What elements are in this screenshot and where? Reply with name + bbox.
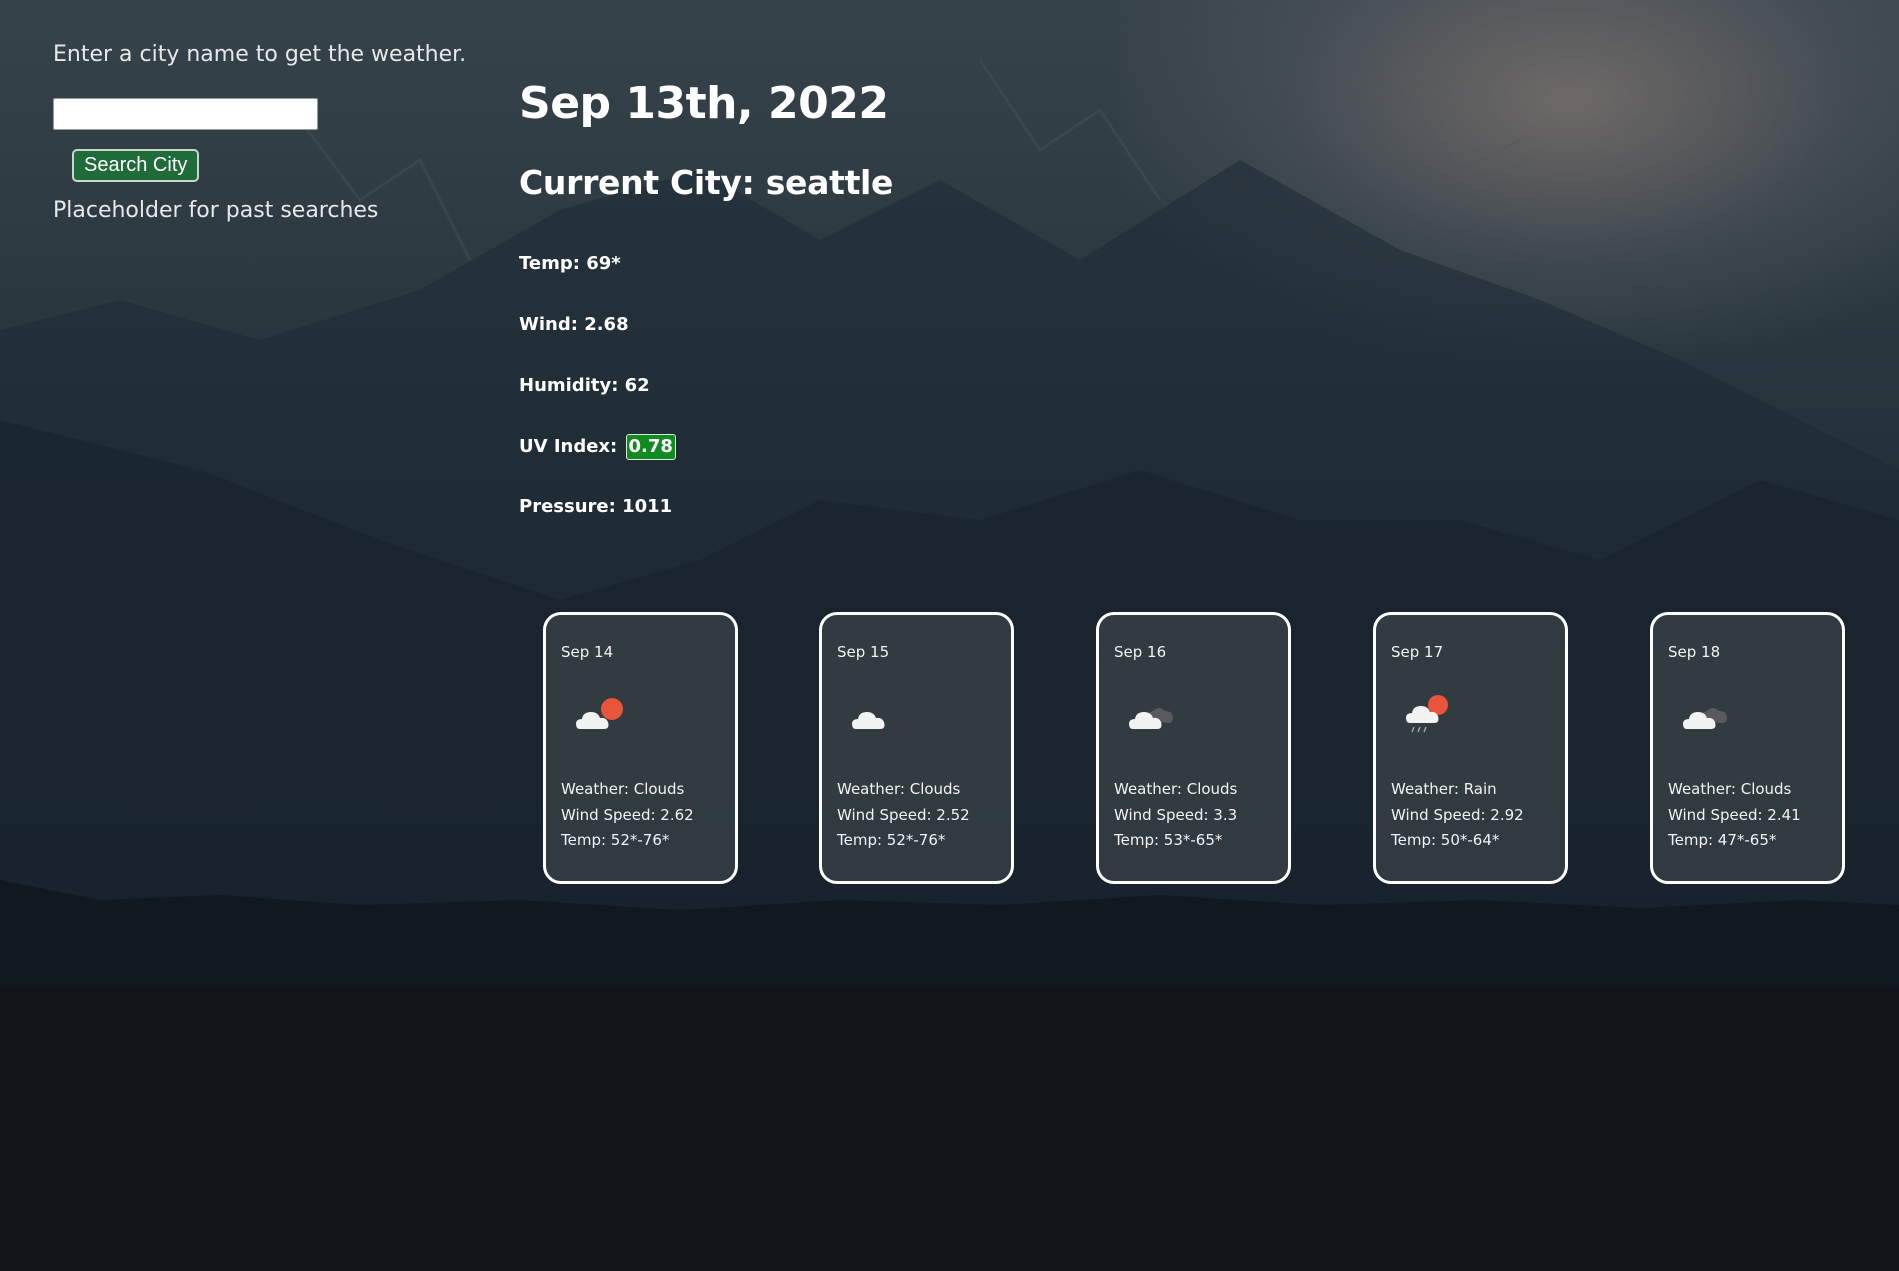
forecast-date: Sep 15 <box>837 643 890 661</box>
cloud-icon <box>852 712 885 729</box>
search-city-button[interactable]: Search City <box>72 149 200 182</box>
current-temp: Temp: 69* <box>519 253 621 274</box>
forecast-date: Sep 17 <box>1391 643 1444 661</box>
forecast-card: Sep 18 Weather: Clouds Wind Speed: 2.41 … <box>1650 612 1845 884</box>
forecast-temp: Temp: 52*-76* <box>837 831 946 849</box>
forecast-weather: Weather: Clouds <box>561 780 685 798</box>
uv-index-badge: 0.78 <box>625 434 676 460</box>
forecast-temp: Temp: 47*-65* <box>1668 831 1777 849</box>
current-date: Sep 13th, 2022 <box>519 78 889 129</box>
page-footer-area <box>0 987 1899 1271</box>
past-searches-placeholder: Placeholder for past searches <box>53 198 379 223</box>
five-day-forecast: Sep 14 Weather: Clouds Wind Speed: 2.62 … <box>543 612 1845 884</box>
forecast-wind-speed: Wind Speed: 2.62 <box>561 806 694 824</box>
current-wind: Wind: 2.68 <box>519 314 629 335</box>
forecast-card: Sep 14 Weather: Clouds Wind Speed: 2.62 … <box>543 612 738 884</box>
forecast-wind-speed: Wind Speed: 2.92 <box>1391 806 1524 824</box>
partly-cloudy-day-icon <box>576 698 623 729</box>
forecast-weather: Weather: Rain <box>1391 780 1497 798</box>
forecast-date: Sep 18 <box>1668 643 1721 661</box>
search-prompt: Enter a city name to get the weather. <box>53 42 467 67</box>
forecast-weather: Weather: Clouds <box>837 780 961 798</box>
city-search-input[interactable] <box>53 98 318 130</box>
uv-index-label: UV Index: <box>519 436 618 457</box>
forecast-weather: Weather: Clouds <box>1668 780 1792 798</box>
current-pressure: Pressure: 1011 <box>519 496 673 517</box>
current-weather-panel: Sep 13th, 2022 Current City: seattle Tem… <box>519 76 894 517</box>
forecast-wind-speed: Wind Speed: 2.52 <box>837 806 970 824</box>
forecast-wind-speed: Wind Speed: 3.3 <box>1114 806 1238 824</box>
rain-sun-icon <box>1406 695 1448 733</box>
current-city-title: Current City: seattle <box>519 163 894 202</box>
forecast-wind-speed: Wind Speed: 2.41 <box>1668 806 1801 824</box>
broken-clouds-icon <box>1129 708 1173 729</box>
current-humidity: Humidity: 62 <box>519 375 650 396</box>
forecast-card: Sep 15 Weather: Clouds Wind Speed: 2.52 … <box>819 612 1014 884</box>
forecast-card: Sep 16 Weather: Clouds Wind Speed: 3.3 T… <box>1096 612 1291 884</box>
broken-clouds-icon <box>1683 708 1727 729</box>
forecast-date: Sep 14 <box>561 643 614 661</box>
forecast-date: Sep 16 <box>1114 643 1167 661</box>
current-uv-index: UV Index: 0.78 <box>519 434 676 460</box>
forecast-weather: Weather: Clouds <box>1114 780 1238 798</box>
forecast-temp: Temp: 50*-64* <box>1391 831 1500 849</box>
search-sidebar: Enter a city name to get the weather. Se… <box>53 40 473 226</box>
forecast-card: Sep 17 Weather: Rain Wind Speed: 2.92 Te… <box>1373 612 1568 884</box>
forecast-temp: Temp: 52*-76* <box>561 831 670 849</box>
forecast-temp: Temp: 53*-65* <box>1114 831 1223 849</box>
